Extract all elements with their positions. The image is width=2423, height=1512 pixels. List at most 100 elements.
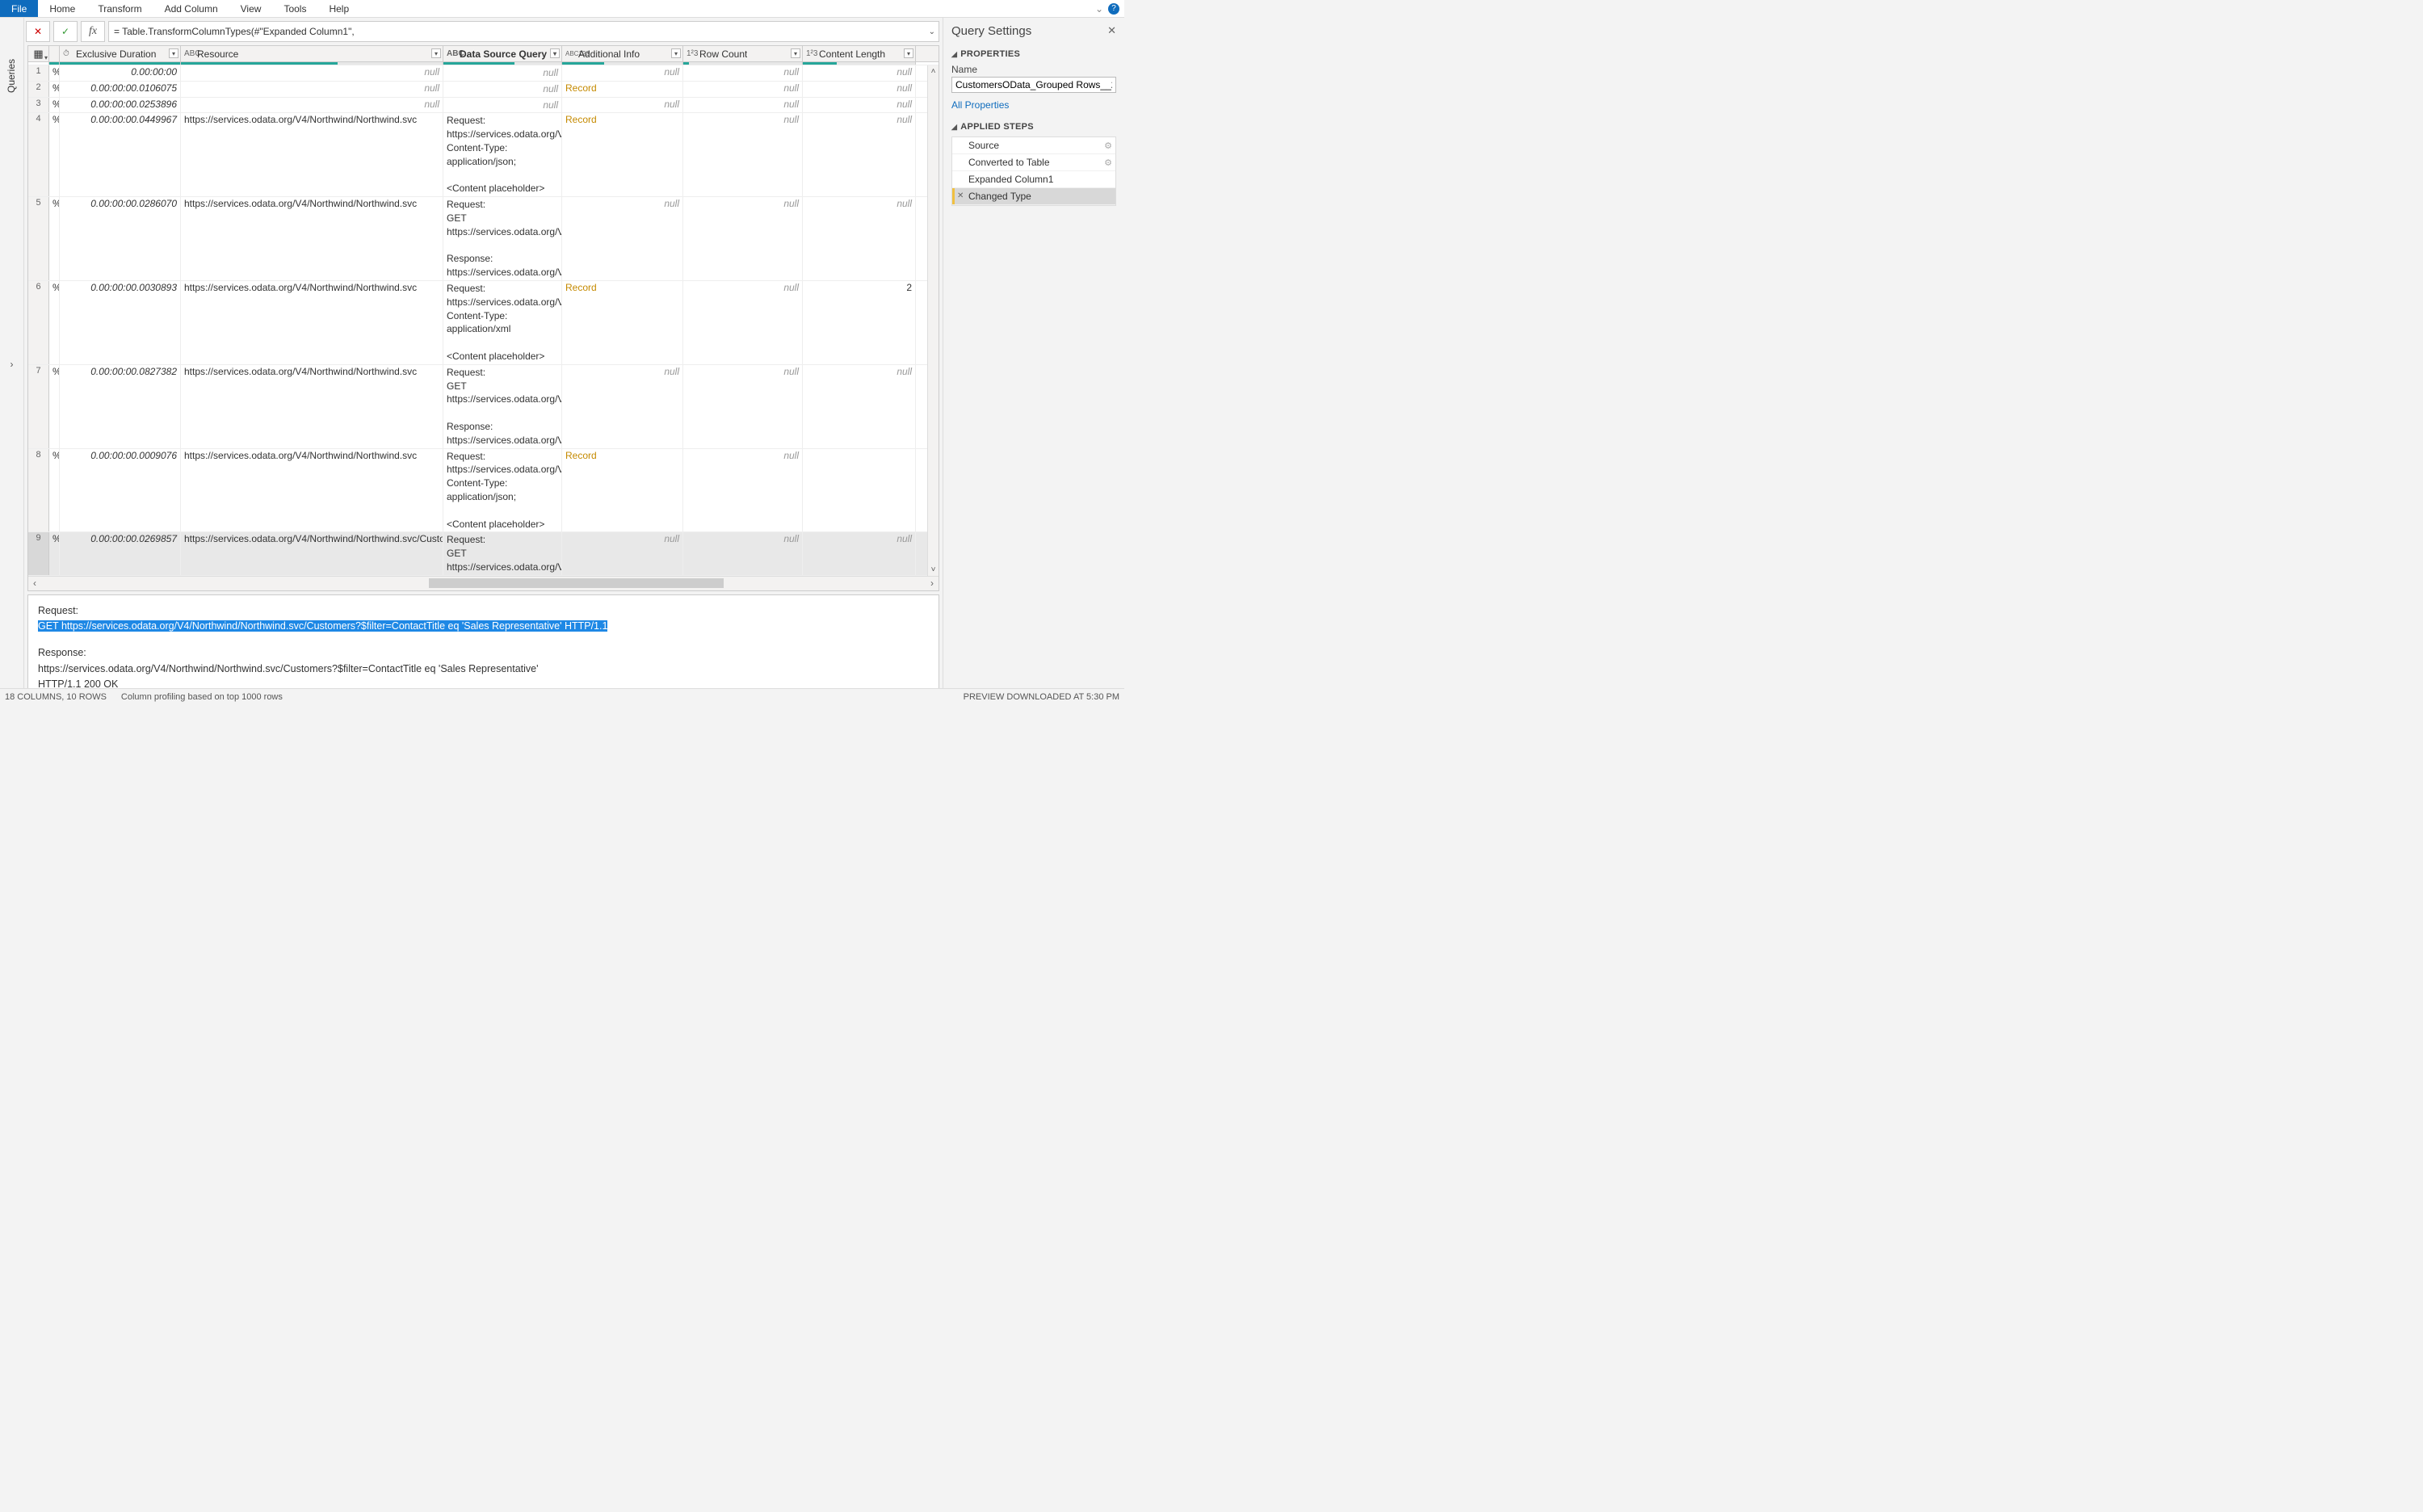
table-icon[interactable]: ▦▾: [28, 46, 49, 61]
delete-step-icon[interactable]: ✕: [957, 191, 964, 200]
cell-content-length[interactable]: [803, 449, 916, 532]
cell-additional-info[interactable]: Record: [562, 281, 683, 364]
cell-data-source-query[interactable]: null: [443, 82, 562, 97]
filter-dropdown-icon[interactable]: ▾: [169, 48, 178, 58]
column-header-row-count[interactable]: 1²3 Row Count ▾: [683, 46, 803, 61]
row-number[interactable]: 2: [28, 82, 49, 97]
cell-resource[interactable]: https://services.odata.org/V4/Northwind/…: [181, 449, 443, 532]
cell-data-source-query[interactable]: Request: https://services.odata.org/V4/N…: [443, 281, 562, 364]
cell-resource[interactable]: null: [181, 98, 443, 113]
cell-duration[interactable]: 0.00:00:00.0106075: [60, 82, 181, 97]
applied-step[interactable]: Changed Type✕: [952, 188, 1115, 205]
menu-help[interactable]: Help: [317, 0, 360, 17]
cell-resource[interactable]: null: [181, 82, 443, 97]
applied-step[interactable]: Converted to Table⚙: [952, 154, 1115, 171]
column-header-data-source-query[interactable]: ABC Data Source Query ▾: [443, 46, 562, 61]
file-menu[interactable]: File: [0, 0, 38, 17]
expand-queries-icon[interactable]: ›: [0, 29, 24, 699]
cell-row-count[interactable]: null: [683, 532, 803, 574]
cell-data-source-query[interactable]: Request: GET https://services.odata.org/…: [443, 532, 562, 574]
cell-percent[interactable]: %: [49, 449, 60, 532]
gear-icon[interactable]: ⚙: [1104, 158, 1112, 168]
applied-steps-section-header[interactable]: ◢APPLIED STEPS: [951, 122, 1116, 132]
properties-section-header[interactable]: ◢PROPERTIES: [951, 49, 1116, 59]
ribbon-collapse-icon[interactable]: ⌄: [1095, 3, 1103, 15]
horizontal-scrollbar[interactable]: ‹ ›: [28, 576, 939, 590]
all-properties-link[interactable]: All Properties: [951, 99, 1009, 111]
cell-percent[interactable]: %: [49, 82, 60, 97]
cell-percent[interactable]: %: [49, 65, 60, 81]
cell-additional-info[interactable]: null: [562, 65, 683, 81]
cell-resource[interactable]: https://services.odata.org/V4/Northwind/…: [181, 532, 443, 574]
cell-data-source-query[interactable]: null: [443, 65, 562, 81]
cell-content-length[interactable]: null: [803, 65, 916, 81]
scroll-right-icon[interactable]: ›: [930, 578, 934, 589]
formula-input[interactable]: = Table.TransformColumnTypes(#"Expanded …: [108, 21, 939, 42]
cell-percent[interactable]: %: [49, 98, 60, 113]
cell-row-count[interactable]: null: [683, 113, 803, 196]
cell-data-source-query[interactable]: Request: GET https://services.odata.org/…: [443, 365, 562, 448]
cell-resource[interactable]: https://services.odata.org/V4/Northwind/…: [181, 281, 443, 364]
scroll-left-icon[interactable]: ‹: [33, 578, 36, 589]
cell-content-length[interactable]: null: [803, 113, 916, 196]
table-row[interactable]: 5%0.00:00:00.0286070https://services.oda…: [28, 197, 939, 281]
row-number[interactable]: 1: [28, 65, 49, 81]
scroll-up-icon[interactable]: ˄: [928, 67, 939, 76]
cell-additional-info[interactable]: Record: [562, 113, 683, 196]
filter-dropdown-icon[interactable]: ▾: [431, 48, 441, 58]
cell-additional-info[interactable]: null: [562, 98, 683, 113]
cell-data-source-query[interactable]: Request: GET https://services.odata.org/…: [443, 197, 562, 280]
queries-pane-collapsed[interactable]: › Queries: [0, 18, 24, 688]
cell-resource[interactable]: null: [181, 65, 443, 81]
table-row[interactable]: 7%0.00:00:00.0827382https://services.oda…: [28, 365, 939, 449]
cell-duration[interactable]: 0.00:00:00: [60, 65, 181, 81]
grid-body[interactable]: ˄ ˅ 1%0.00:00:00nullnullnullnullnull2%0.…: [28, 65, 939, 576]
cell-percent[interactable]: %: [49, 365, 60, 448]
cell-row-count[interactable]: null: [683, 98, 803, 113]
cell-row-count[interactable]: null: [683, 197, 803, 280]
cancel-formula-button[interactable]: ✕: [26, 21, 50, 42]
column-header-content-length[interactable]: 1²3 Content Length ▾: [803, 46, 916, 61]
cell-duration[interactable]: 0.00:00:00.0827382: [60, 365, 181, 448]
cell-percent[interactable]: %: [49, 197, 60, 280]
gear-icon[interactable]: ⚙: [1104, 141, 1112, 151]
query-name-input[interactable]: [951, 77, 1116, 93]
cell-resource[interactable]: https://services.odata.org/V4/Northwind/…: [181, 113, 443, 196]
cell-data-source-query[interactable]: null: [443, 98, 562, 113]
menu-tools[interactable]: Tools: [272, 0, 317, 17]
table-row[interactable]: 9%0.00:00:00.0269857https://services.oda…: [28, 532, 939, 575]
row-number[interactable]: 5: [28, 197, 49, 280]
menu-view[interactable]: View: [229, 0, 273, 17]
cell-data-source-query[interactable]: Request: https://services.odata.org/V4/N…: [443, 113, 562, 196]
row-number[interactable]: 3: [28, 98, 49, 113]
table-row[interactable]: 3%0.00:00:00.0253896nullnullnullnullnull: [28, 98, 939, 114]
filter-dropdown-icon[interactable]: ▾: [904, 48, 913, 58]
table-row[interactable]: 8%0.00:00:00.0009076https://services.oda…: [28, 449, 939, 533]
cell-data-source-query[interactable]: Request: https://services.odata.org/V4/N…: [443, 449, 562, 532]
cell-additional-info[interactable]: null: [562, 197, 683, 280]
cell-duration[interactable]: 0.00:00:00.0269857: [60, 532, 181, 574]
table-row[interactable]: 1%0.00:00:00nullnullnullnullnull: [28, 65, 939, 82]
cell-percent[interactable]: %: [49, 532, 60, 574]
applied-step[interactable]: Source⚙: [952, 137, 1115, 154]
cell-row-count[interactable]: null: [683, 365, 803, 448]
column-header-additional-info[interactable]: ABC123 Additional Info ▾: [562, 46, 683, 61]
cell-additional-info[interactable]: null: [562, 532, 683, 574]
menu-transform[interactable]: Transform: [86, 0, 153, 17]
row-number[interactable]: 8: [28, 449, 49, 532]
cell-resource[interactable]: https://services.odata.org/V4/Northwind/…: [181, 197, 443, 280]
cell-row-count[interactable]: null: [683, 82, 803, 97]
cell-row-count[interactable]: null: [683, 65, 803, 81]
cell-duration[interactable]: 0.00:00:00.0030893: [60, 281, 181, 364]
row-number[interactable]: 9: [28, 532, 49, 574]
filter-dropdown-icon[interactable]: ▾: [791, 48, 800, 58]
confirm-formula-button[interactable]: ✓: [53, 21, 78, 42]
cell-content-length[interactable]: null: [803, 365, 916, 448]
column-header-percent[interactable]: [49, 46, 60, 61]
cell-content-length[interactable]: null: [803, 532, 916, 574]
table-row[interactable]: 2%0.00:00:00.0106075nullnullRecordnullnu…: [28, 82, 939, 98]
row-number[interactable]: 6: [28, 281, 49, 364]
cell-percent[interactable]: %: [49, 113, 60, 196]
close-panel-icon[interactable]: ✕: [1107, 24, 1116, 37]
cell-content-length[interactable]: null: [803, 82, 916, 97]
